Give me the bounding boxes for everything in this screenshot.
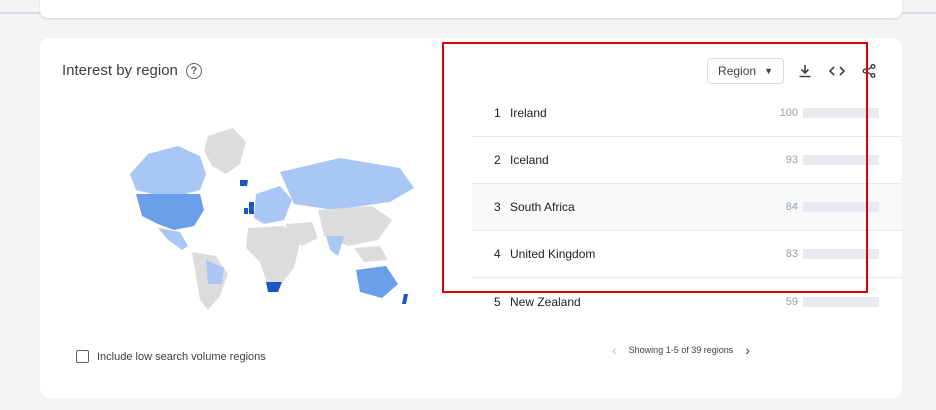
map-region-australia [356, 266, 398, 298]
map-region-africa [246, 226, 300, 288]
pagination: ‹ Showing 1-5 of 39 regions › [612, 342, 750, 358]
low-volume-label: Include low search volume regions [97, 350, 266, 363]
row-name: New Zealand [510, 294, 581, 309]
map-region-usa [136, 194, 204, 230]
map-region-south-africa [266, 282, 282, 292]
map-region-southeast-asia [354, 246, 388, 262]
previous-card [40, 0, 902, 18]
map-region-central-america [158, 228, 188, 250]
map-region-india [326, 236, 344, 256]
map-region-russia [280, 158, 414, 210]
map-region-greenland [204, 128, 246, 174]
chevron-right-icon[interactable]: › [745, 342, 750, 358]
row-bar [803, 296, 879, 307]
map-region-canada [130, 146, 206, 196]
map-region-europe [254, 186, 292, 224]
world-map[interactable] [108, 124, 428, 314]
highlight-box [442, 42, 868, 293]
pager-text: Showing 1-5 of 39 regions [628, 345, 734, 355]
card-title: Interest by region [62, 62, 178, 79]
map-region-uk [249, 202, 254, 214]
map-region-iceland [240, 180, 248, 186]
row-value: 59 [785, 295, 798, 308]
row-rank: 5 [494, 294, 501, 309]
card-header: Interest by region ? [62, 62, 202, 79]
chevron-left-icon[interactable]: ‹ [612, 342, 617, 358]
low-volume-toggle[interactable]: Include low search volume regions [76, 350, 266, 363]
map-region-ireland [244, 208, 248, 214]
map-region-new-zealand [402, 294, 408, 304]
help-icon[interactable]: ? [185, 62, 202, 79]
low-volume-checkbox[interactable] [76, 350, 89, 363]
